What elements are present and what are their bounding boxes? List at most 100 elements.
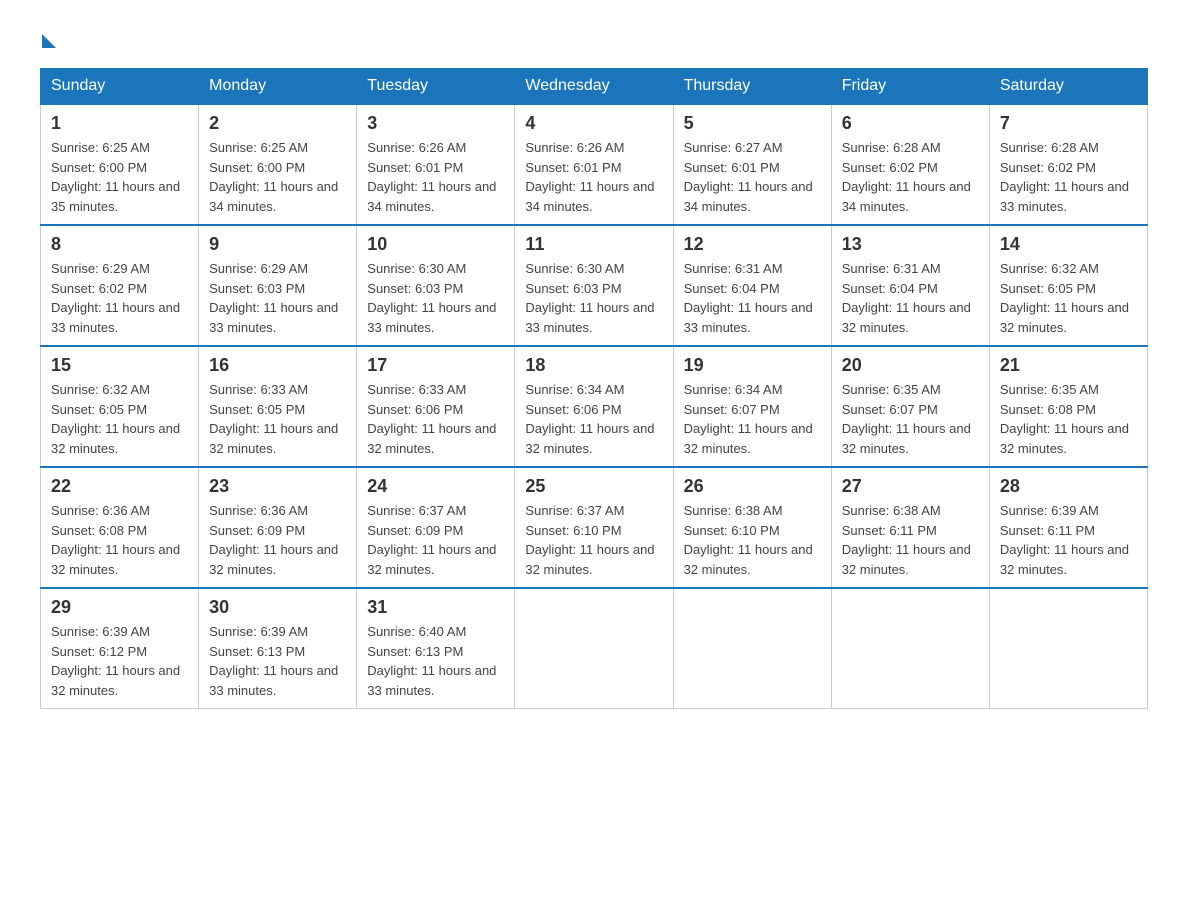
calendar-cell: 31 Sunrise: 6:40 AM Sunset: 6:13 PM Dayl… xyxy=(357,588,515,709)
calendar-cell: 21 Sunrise: 6:35 AM Sunset: 6:08 PM Dayl… xyxy=(989,346,1147,467)
day-number: 31 xyxy=(367,597,504,618)
calendar-cell: 12 Sunrise: 6:31 AM Sunset: 6:04 PM Dayl… xyxy=(673,225,831,346)
calendar-cell: 27 Sunrise: 6:38 AM Sunset: 6:11 PM Dayl… xyxy=(831,467,989,588)
page-header xyxy=(40,30,1148,48)
day-number: 9 xyxy=(209,234,346,255)
day-info: Sunrise: 6:25 AM Sunset: 6:00 PM Dayligh… xyxy=(209,138,346,216)
day-info: Sunrise: 6:36 AM Sunset: 6:08 PM Dayligh… xyxy=(51,501,188,579)
calendar-cell: 2 Sunrise: 6:25 AM Sunset: 6:00 PM Dayli… xyxy=(199,104,357,225)
day-number: 16 xyxy=(209,355,346,376)
calendar-cell: 30 Sunrise: 6:39 AM Sunset: 6:13 PM Dayl… xyxy=(199,588,357,709)
day-number: 20 xyxy=(842,355,979,376)
logo-arrow-icon xyxy=(42,34,56,48)
day-number: 21 xyxy=(1000,355,1137,376)
day-number: 5 xyxy=(684,113,821,134)
day-number: 25 xyxy=(525,476,662,497)
day-number: 15 xyxy=(51,355,188,376)
calendar-cell: 29 Sunrise: 6:39 AM Sunset: 6:12 PM Dayl… xyxy=(41,588,199,709)
calendar-cell: 6 Sunrise: 6:28 AM Sunset: 6:02 PM Dayli… xyxy=(831,104,989,225)
day-info: Sunrise: 6:30 AM Sunset: 6:03 PM Dayligh… xyxy=(525,259,662,337)
day-number: 13 xyxy=(842,234,979,255)
calendar-cell: 28 Sunrise: 6:39 AM Sunset: 6:11 PM Dayl… xyxy=(989,467,1147,588)
calendar-cell: 5 Sunrise: 6:27 AM Sunset: 6:01 PM Dayli… xyxy=(673,104,831,225)
header-wednesday: Wednesday xyxy=(515,69,673,105)
day-info: Sunrise: 6:25 AM Sunset: 6:00 PM Dayligh… xyxy=(51,138,188,216)
calendar-cell xyxy=(673,588,831,709)
calendar-cell: 22 Sunrise: 6:36 AM Sunset: 6:08 PM Dayl… xyxy=(41,467,199,588)
day-number: 29 xyxy=(51,597,188,618)
calendar-cell: 15 Sunrise: 6:32 AM Sunset: 6:05 PM Dayl… xyxy=(41,346,199,467)
logo-blue-part xyxy=(40,30,56,48)
day-number: 4 xyxy=(525,113,662,134)
day-number: 1 xyxy=(51,113,188,134)
day-number: 6 xyxy=(842,113,979,134)
day-number: 14 xyxy=(1000,234,1137,255)
day-info: Sunrise: 6:31 AM Sunset: 6:04 PM Dayligh… xyxy=(842,259,979,337)
day-number: 3 xyxy=(367,113,504,134)
day-number: 22 xyxy=(51,476,188,497)
day-number: 11 xyxy=(525,234,662,255)
header-monday: Monday xyxy=(199,69,357,105)
calendar-cell: 14 Sunrise: 6:32 AM Sunset: 6:05 PM Dayl… xyxy=(989,225,1147,346)
header-friday: Friday xyxy=(831,69,989,105)
day-info: Sunrise: 6:38 AM Sunset: 6:11 PM Dayligh… xyxy=(842,501,979,579)
day-info: Sunrise: 6:28 AM Sunset: 6:02 PM Dayligh… xyxy=(842,138,979,216)
day-number: 23 xyxy=(209,476,346,497)
day-number: 30 xyxy=(209,597,346,618)
day-number: 7 xyxy=(1000,113,1137,134)
calendar-cell: 7 Sunrise: 6:28 AM Sunset: 6:02 PM Dayli… xyxy=(989,104,1147,225)
calendar-cell: 8 Sunrise: 6:29 AM Sunset: 6:02 PM Dayli… xyxy=(41,225,199,346)
day-info: Sunrise: 6:28 AM Sunset: 6:02 PM Dayligh… xyxy=(1000,138,1137,216)
day-info: Sunrise: 6:33 AM Sunset: 6:06 PM Dayligh… xyxy=(367,380,504,458)
logo xyxy=(40,30,56,48)
day-number: 8 xyxy=(51,234,188,255)
day-number: 12 xyxy=(684,234,821,255)
day-info: Sunrise: 6:33 AM Sunset: 6:05 PM Dayligh… xyxy=(209,380,346,458)
calendar-cell xyxy=(831,588,989,709)
calendar-cell: 4 Sunrise: 6:26 AM Sunset: 6:01 PM Dayli… xyxy=(515,104,673,225)
day-info: Sunrise: 6:39 AM Sunset: 6:11 PM Dayligh… xyxy=(1000,501,1137,579)
calendar-cell: 9 Sunrise: 6:29 AM Sunset: 6:03 PM Dayli… xyxy=(199,225,357,346)
calendar-cell: 3 Sunrise: 6:26 AM Sunset: 6:01 PM Dayli… xyxy=(357,104,515,225)
day-number: 24 xyxy=(367,476,504,497)
day-number: 26 xyxy=(684,476,821,497)
day-info: Sunrise: 6:35 AM Sunset: 6:07 PM Dayligh… xyxy=(842,380,979,458)
calendar-cell xyxy=(515,588,673,709)
day-number: 18 xyxy=(525,355,662,376)
calendar-week-row: 22 Sunrise: 6:36 AM Sunset: 6:08 PM Dayl… xyxy=(41,467,1148,588)
day-number: 28 xyxy=(1000,476,1137,497)
day-info: Sunrise: 6:27 AM Sunset: 6:01 PM Dayligh… xyxy=(684,138,821,216)
day-info: Sunrise: 6:34 AM Sunset: 6:06 PM Dayligh… xyxy=(525,380,662,458)
day-info: Sunrise: 6:29 AM Sunset: 6:03 PM Dayligh… xyxy=(209,259,346,337)
day-number: 27 xyxy=(842,476,979,497)
calendar-cell: 20 Sunrise: 6:35 AM Sunset: 6:07 PM Dayl… xyxy=(831,346,989,467)
calendar-cell: 11 Sunrise: 6:30 AM Sunset: 6:03 PM Dayl… xyxy=(515,225,673,346)
day-number: 17 xyxy=(367,355,504,376)
calendar-cell: 25 Sunrise: 6:37 AM Sunset: 6:10 PM Dayl… xyxy=(515,467,673,588)
calendar-week-row: 29 Sunrise: 6:39 AM Sunset: 6:12 PM Dayl… xyxy=(41,588,1148,709)
calendar-week-row: 1 Sunrise: 6:25 AM Sunset: 6:00 PM Dayli… xyxy=(41,104,1148,225)
calendar-cell: 1 Sunrise: 6:25 AM Sunset: 6:00 PM Dayli… xyxy=(41,104,199,225)
day-info: Sunrise: 6:32 AM Sunset: 6:05 PM Dayligh… xyxy=(51,380,188,458)
day-info: Sunrise: 6:36 AM Sunset: 6:09 PM Dayligh… xyxy=(209,501,346,579)
calendar-cell: 19 Sunrise: 6:34 AM Sunset: 6:07 PM Dayl… xyxy=(673,346,831,467)
day-info: Sunrise: 6:29 AM Sunset: 6:02 PM Dayligh… xyxy=(51,259,188,337)
day-number: 2 xyxy=(209,113,346,134)
calendar-table: Sunday Monday Tuesday Wednesday Thursday… xyxy=(40,68,1148,709)
calendar-cell: 18 Sunrise: 6:34 AM Sunset: 6:06 PM Dayl… xyxy=(515,346,673,467)
calendar-cell: 26 Sunrise: 6:38 AM Sunset: 6:10 PM Dayl… xyxy=(673,467,831,588)
header-tuesday: Tuesday xyxy=(357,69,515,105)
day-info: Sunrise: 6:31 AM Sunset: 6:04 PM Dayligh… xyxy=(684,259,821,337)
day-info: Sunrise: 6:26 AM Sunset: 6:01 PM Dayligh… xyxy=(367,138,504,216)
day-info: Sunrise: 6:30 AM Sunset: 6:03 PM Dayligh… xyxy=(367,259,504,337)
day-info: Sunrise: 6:32 AM Sunset: 6:05 PM Dayligh… xyxy=(1000,259,1137,337)
day-info: Sunrise: 6:34 AM Sunset: 6:07 PM Dayligh… xyxy=(684,380,821,458)
day-info: Sunrise: 6:38 AM Sunset: 6:10 PM Dayligh… xyxy=(684,501,821,579)
calendar-cell: 16 Sunrise: 6:33 AM Sunset: 6:05 PM Dayl… xyxy=(199,346,357,467)
day-number: 10 xyxy=(367,234,504,255)
calendar-week-row: 8 Sunrise: 6:29 AM Sunset: 6:02 PM Dayli… xyxy=(41,225,1148,346)
calendar-cell: 23 Sunrise: 6:36 AM Sunset: 6:09 PM Dayl… xyxy=(199,467,357,588)
day-info: Sunrise: 6:26 AM Sunset: 6:01 PM Dayligh… xyxy=(525,138,662,216)
calendar-week-row: 15 Sunrise: 6:32 AM Sunset: 6:05 PM Dayl… xyxy=(41,346,1148,467)
header-saturday: Saturday xyxy=(989,69,1147,105)
